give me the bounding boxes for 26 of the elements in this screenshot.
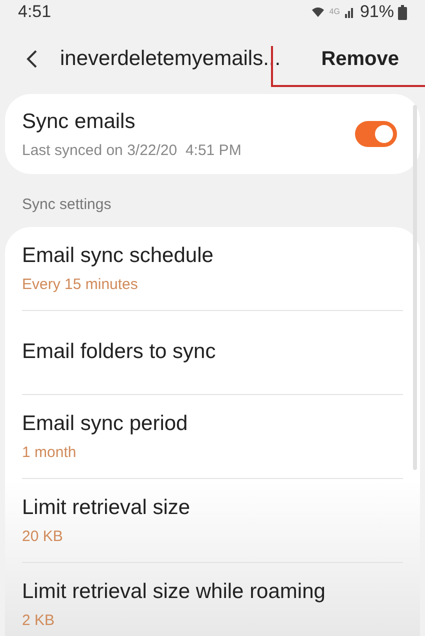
setting-value: 1 month [22, 443, 78, 463]
setting-value: 20 KB [22, 527, 64, 547]
remove-button[interactable]: Remove [321, 44, 399, 74]
settings-item[interactable]: Email sync schedule Every 15 minutes [22, 226, 403, 310]
settings-item[interactable]: Limit retrieval size while roaming 2 KB [22, 562, 403, 636]
signal-icon [344, 6, 356, 18]
setting-value: Every 15 minutes [22, 275, 139, 295]
wifi-icon [311, 5, 326, 19]
battery-icon [398, 4, 407, 20]
section-label: Sync settings [22, 195, 112, 215]
battery-percent: 91% [360, 1, 394, 24]
setting-title: Email sync period [22, 410, 189, 436]
setting-title: Limit retrieval size [22, 494, 192, 520]
network-label: 4G [329, 6, 340, 18]
sync-toggle[interactable] [355, 121, 397, 147]
setting-title: Email folders to sync [22, 339, 217, 366]
settings-item[interactable]: Email sync period 1 month [22, 394, 403, 478]
settings-item[interactable]: Limit retrieval size 20 KB [22, 478, 403, 562]
last-synced: Last synced on 3/22/20 4:51 PM [22, 140, 242, 160]
setting-title: Email sync schedule [22, 242, 214, 268]
setting-value: 2 KB [22, 611, 56, 631]
back-icon [26, 49, 38, 69]
setting-title: Limit retrieval size while roaming [22, 578, 326, 604]
settings-item[interactable]: Email folders to sync [22, 310, 403, 394]
sync-title: Sync emails [22, 109, 136, 135]
status-time: 4:51 [18, 1, 52, 24]
